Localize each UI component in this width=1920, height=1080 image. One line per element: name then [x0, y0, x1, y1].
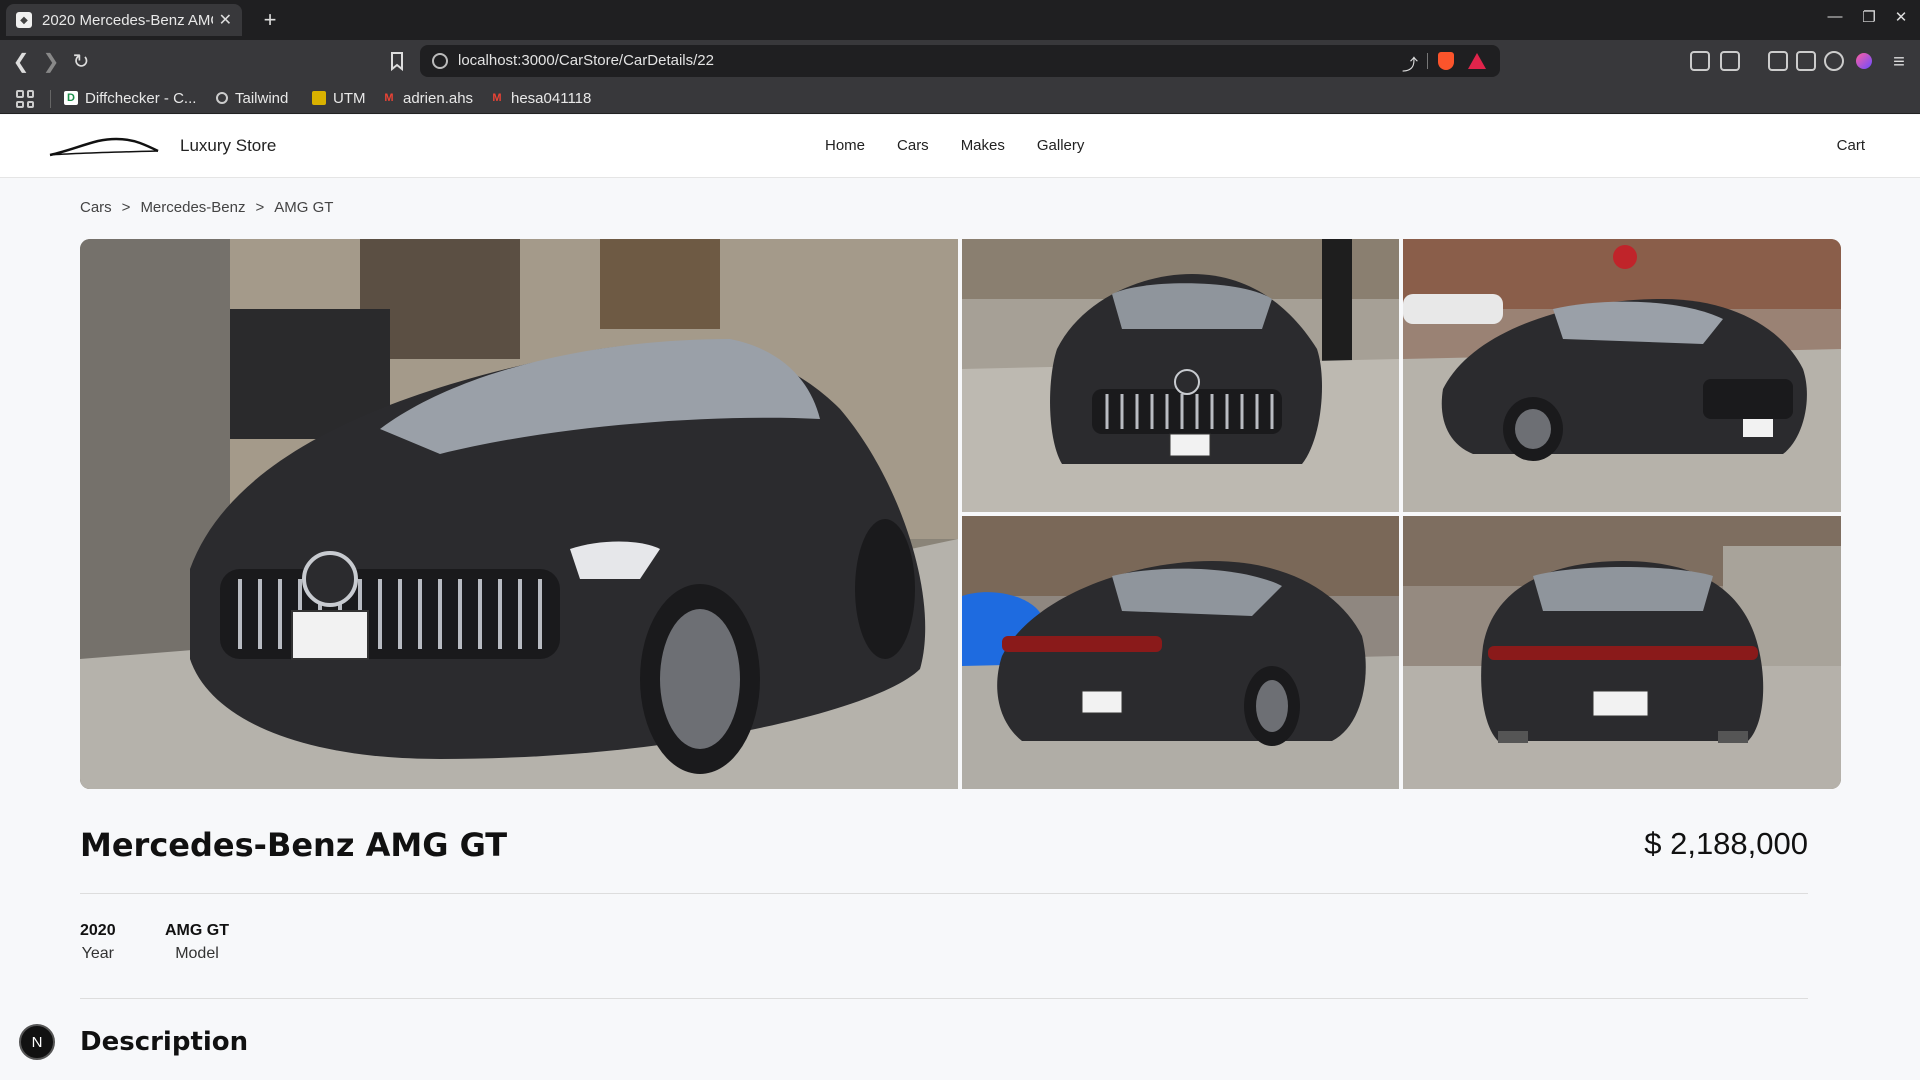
- spec-value: 2020: [80, 922, 116, 939]
- nav-cars[interactable]: Cars: [897, 137, 929, 154]
- extensions-icon[interactable]: [1690, 51, 1710, 71]
- section-divider: [80, 998, 1808, 999]
- screenshot-icon[interactable]: [1720, 51, 1740, 71]
- bookmark-page-icon[interactable]: [386, 50, 408, 72]
- restore-icon[interactable]: ❐: [1854, 8, 1884, 26]
- site-header: Luxury Store Home Cars Makes Gallery Car…: [0, 115, 1920, 178]
- car-photo-front[interactable]: [962, 239, 1399, 512]
- utm-icon: [312, 91, 326, 105]
- breadcrumb-separator: >: [255, 199, 265, 216]
- leo-ai-icon[interactable]: [1824, 51, 1844, 71]
- bookmark-item[interactable]: UTM: [312, 88, 366, 108]
- bookmarks-separator: [50, 90, 51, 108]
- nav-home[interactable]: Home: [825, 137, 865, 154]
- breadcrumb-separator: >: [121, 199, 131, 216]
- breadcrumb: Cars > Mercedes-Benz > AMG GT: [80, 199, 333, 216]
- wallet-icon[interactable]: [1796, 51, 1816, 71]
- browser-toolbar: ❮ ❯ ↻ localhost:3000/CarStore/CarDetails…: [0, 40, 1920, 82]
- spec-label: Model: [175, 945, 219, 962]
- bookmark-item[interactable]: M hesa041118: [490, 88, 591, 108]
- tab-title: 2020 Mercedes-Benz AMG: [42, 11, 213, 29]
- share-icon[interactable]: ⤴: [1402, 51, 1418, 75]
- dev-tools-badge[interactable]: N: [19, 1024, 55, 1060]
- diffchecker-icon: D: [64, 91, 78, 105]
- bookmark-item[interactable]: M adrien.ahs: [382, 88, 473, 108]
- nav-gallery[interactable]: Gallery: [1037, 137, 1085, 154]
- bookmark-label: UTM: [333, 89, 366, 107]
- car-title: Mercedes-Benz AMG GT: [80, 826, 508, 864]
- url-text[interactable]: localhost:3000/CarStore/CarDetails/22: [458, 52, 714, 69]
- reload-icon[interactable]: ↻: [68, 49, 94, 75]
- sidebar-icon[interactable]: [1768, 51, 1788, 71]
- car-photo-rear-side[interactable]: [962, 516, 1399, 789]
- gmail-icon: M: [492, 92, 502, 104]
- car-photo-rear[interactable]: [1403, 516, 1841, 789]
- description-heading: Description: [80, 1027, 249, 1057]
- bookmarks-bar: D Diffchecker - C... Tailwind UTM M adri…: [0, 82, 1920, 114]
- spec-model: AMG GT Model: [165, 922, 229, 963]
- tab-favicon-icon: ◆: [16, 12, 32, 28]
- new-tab-button[interactable]: +: [256, 6, 284, 34]
- section-divider: [80, 893, 1808, 894]
- breadcrumb-model: AMG GT: [274, 199, 334, 216]
- breadcrumb-cars[interactable]: Cars: [80, 199, 112, 216]
- photo-gallery: [80, 239, 1841, 789]
- browser-tab-bar: ◆ 2020 Mercedes-Benz AMG ✕ + — ❐ ✕: [0, 0, 1920, 40]
- spec-year: 2020 Year: [80, 922, 116, 963]
- back-icon[interactable]: ❮: [8, 49, 34, 75]
- bookmark-item[interactable]: Tailwind: [216, 88, 288, 108]
- browser-tab[interactable]: ◆ 2020 Mercedes-Benz AMG ✕: [6, 4, 242, 36]
- cart-link[interactable]: Cart: [1837, 137, 1865, 154]
- forward-icon[interactable]: ❯: [38, 49, 64, 75]
- bookmark-item[interactable]: D Diffchecker - C...: [64, 88, 196, 108]
- bookmark-label: Diffchecker - C...: [85, 89, 197, 107]
- bookmark-label: adrien.ahs: [403, 89, 474, 107]
- spec-label: Year: [81, 945, 114, 962]
- spec-value: AMG GT: [165, 922, 229, 939]
- breadcrumb-make[interactable]: Mercedes-Benz: [140, 199, 245, 216]
- main-nav: Home Cars Makes Gallery: [825, 137, 1084, 154]
- car-price: $ 2,188,000: [1644, 826, 1808, 861]
- brave-shields-icon[interactable]: [1438, 52, 1454, 70]
- tab-close-icon[interactable]: ✕: [219, 10, 232, 30]
- car-logo-icon[interactable]: [48, 133, 160, 159]
- main-car-photo[interactable]: [80, 239, 958, 789]
- search-icon: [216, 92, 228, 104]
- brand-name[interactable]: Luxury Store: [180, 136, 276, 156]
- omnibox-separator: [1427, 53, 1428, 69]
- car-photo-side[interactable]: [1403, 239, 1841, 512]
- nav-makes[interactable]: Makes: [961, 137, 1005, 154]
- close-window-icon[interactable]: ✕: [1886, 8, 1916, 26]
- profile-avatar-icon[interactable]: [1856, 53, 1872, 69]
- menu-icon[interactable]: ≡: [1886, 49, 1912, 75]
- bookmark-label: hesa041118: [511, 89, 592, 107]
- site-info-icon[interactable]: [432, 53, 448, 69]
- minimize-icon[interactable]: —: [1820, 8, 1850, 25]
- apps-grid-icon[interactable]: [16, 90, 34, 108]
- bookmark-label: Tailwind: [235, 89, 289, 107]
- gmail-icon: M: [384, 92, 394, 104]
- brave-rewards-icon[interactable]: [1468, 53, 1486, 69]
- address-bar[interactable]: localhost:3000/CarStore/CarDetails/22 ⤴: [420, 45, 1500, 77]
